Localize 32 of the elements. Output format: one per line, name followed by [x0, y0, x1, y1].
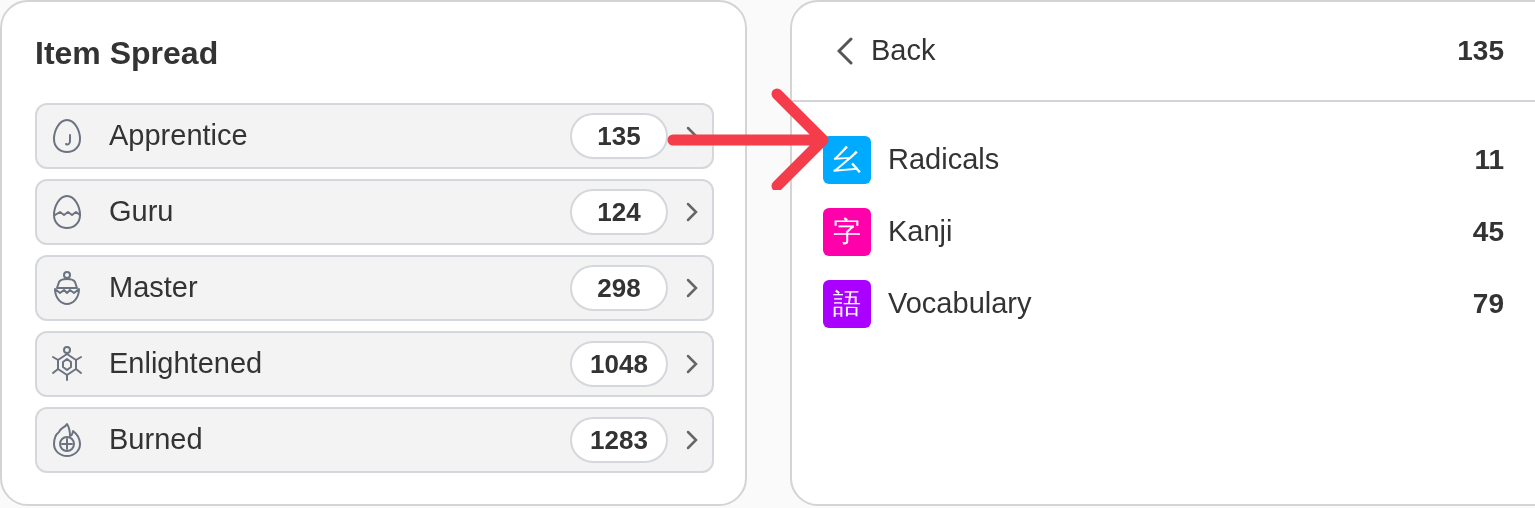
chevron-left-icon: [837, 37, 853, 65]
type-label[interactable]: Kanji: [888, 210, 1473, 254]
back-button[interactable]: Back: [837, 29, 936, 73]
count-pill: 1283: [570, 417, 668, 463]
egg-icon: [50, 117, 84, 155]
stage-label: Apprentice: [109, 118, 249, 154]
stage-label: Enlightened: [109, 346, 264, 382]
stage-row[interactable]: Master 298: [35, 255, 714, 321]
stage-row[interactable]: Apprentice 135: [35, 103, 714, 169]
type-label[interactable]: Vocabulary: [888, 282, 1473, 326]
count-pill: 124: [570, 189, 668, 235]
count-pill: 298: [570, 265, 668, 311]
stage-row[interactable]: Enlightened 1048: [35, 331, 714, 397]
cracked-egg-icon: [50, 193, 84, 231]
stage-label: Guru: [109, 194, 175, 230]
type-count: 11: [1474, 143, 1504, 177]
type-count: 45: [1472, 215, 1504, 249]
stage-row[interactable]: Guru 124: [35, 179, 714, 245]
count-pill: 1048: [570, 341, 668, 387]
type-badge: 語: [823, 280, 871, 328]
stage-label: Master: [109, 270, 199, 306]
burning-turtle-icon: [50, 421, 84, 459]
type-label[interactable]: Radicals: [888, 138, 1475, 182]
stage-row[interactable]: Burned 1283: [35, 407, 714, 473]
turtle-icon: [50, 345, 84, 383]
count-pill: 135: [570, 113, 668, 159]
card-title: Item Spread: [35, 34, 220, 73]
total-count: 135: [1457, 34, 1504, 68]
stage-label: Burned: [109, 422, 204, 458]
type-count: 79: [1472, 287, 1504, 321]
type-badge: 字: [823, 208, 871, 256]
type-badge: 幺: [823, 136, 871, 184]
